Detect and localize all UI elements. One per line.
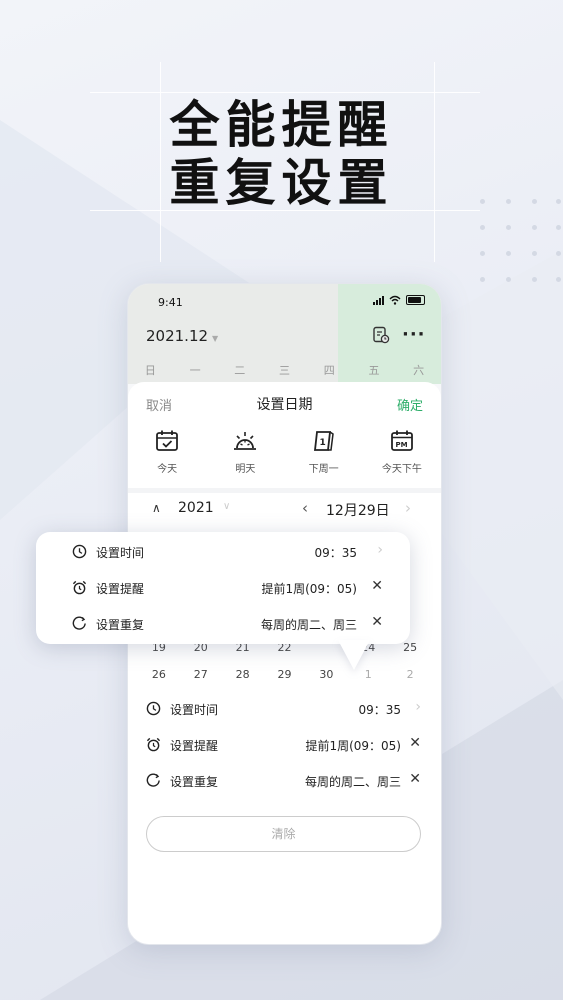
divider — [128, 488, 441, 493]
alarm-icon — [72, 580, 87, 595]
status-time: 9:41 — [158, 296, 183, 309]
option-label: 设置时间 — [96, 546, 145, 560]
chevron-down-icon[interactable]: ∨ — [223, 501, 230, 512]
popup-set-time-row[interactable]: 设置时间 09：35 › — [72, 541, 387, 563]
calendar-day[interactable]: 28 — [222, 668, 264, 681]
calendar-day[interactable]: 26 — [138, 668, 180, 681]
option-label: 设置时间 — [170, 703, 219, 717]
quick-option-label: 明天 — [235, 464, 256, 475]
date-picker-sheet: 取消 设置日期 确定 今天 明天 1 下周一 PM 今天下午 ∧ 2021 ∨ … — [128, 382, 441, 944]
time-value: 09：35 — [314, 546, 357, 560]
caret-down-icon: ▼ — [212, 334, 219, 343]
sunrise-icon — [234, 432, 257, 450]
status-icons — [373, 295, 425, 305]
time-value: 09：35 — [358, 703, 401, 717]
option-label: 设置重复 — [96, 618, 145, 632]
weekday-label: 二 — [234, 364, 246, 377]
sheet-title: 设置日期 — [256, 397, 313, 413]
calendar-check-icon — [156, 430, 179, 451]
option-label: 设置提醒 — [170, 739, 219, 753]
more-icon[interactable]: ··· — [402, 324, 426, 345]
repeat-value: 每周的周二、周三 — [260, 618, 357, 632]
option-label: 设置重复 — [170, 775, 219, 789]
calendar-week-row: 26 27 28 29 30 1 2 — [138, 668, 431, 681]
clear-button[interactable]: 清除 — [146, 816, 421, 852]
year-date-bar: ∧ 2021 ∨ ‹ 12月29日 › — [128, 494, 441, 526]
svg-text:PM: PM — [395, 441, 407, 449]
clock-icon — [146, 701, 161, 716]
alarm-icon — [146, 737, 161, 752]
chevron-up-icon[interactable]: ∧ — [152, 501, 161, 515]
close-icon[interactable]: ✕ — [371, 614, 383, 630]
battery-icon — [406, 295, 425, 305]
confirm-button[interactable]: 确定 — [397, 395, 423, 414]
calendar-page-icon: 1 — [313, 431, 334, 451]
callout-tail — [338, 640, 370, 670]
quick-option-tomorrow[interactable]: 明天 — [206, 428, 284, 475]
note-clock-icon[interactable] — [372, 326, 390, 344]
reminder-value: 提前1周(09：05) — [305, 739, 401, 753]
reminder-value: 提前1周(09：05) — [261, 582, 357, 596]
weekday-label: 日 — [144, 364, 156, 377]
chevron-right-icon[interactable]: › — [377, 542, 383, 558]
month-selector[interactable]: 2021.12 ▼ — [146, 327, 218, 345]
repeat-value: 每周的周二、周三 — [304, 775, 401, 789]
weekday-label: 三 — [279, 364, 291, 377]
headline-line-2: 重复设置 — [169, 154, 394, 212]
popup-set-repeat-row[interactable]: 设置重复 每周的周二、周三 ✕ — [72, 613, 387, 635]
close-icon[interactable]: ✕ — [371, 578, 383, 594]
weekday-label: 六 — [413, 364, 425, 377]
option-label: 设置提醒 — [96, 582, 145, 596]
weekday-label: 一 — [189, 364, 201, 377]
quick-option-label: 今天下午 — [381, 464, 422, 475]
quick-option-next-monday[interactable]: 1 下周一 — [285, 428, 363, 475]
month-label: 2021.12 — [146, 327, 209, 345]
selected-date: 12月29日 — [326, 503, 390, 519]
svg-text:1: 1 — [319, 438, 325, 448]
wifi-icon — [389, 295, 401, 305]
calendar-day[interactable]: 29 — [264, 668, 306, 681]
set-time-row[interactable]: 设置时间 09：35 › — [146, 698, 423, 720]
close-icon[interactable]: ✕ — [409, 735, 421, 751]
chevron-right-icon[interactable]: › — [415, 699, 421, 715]
quick-option-this-afternoon[interactable]: PM 今天下午 — [363, 428, 441, 475]
weekday-label: 五 — [368, 364, 380, 377]
popup-set-reminder-row[interactable]: 设置提醒 提前1周(09：05) ✕ — [72, 577, 387, 599]
calendar-day[interactable]: 27 — [180, 668, 222, 681]
close-icon[interactable]: ✕ — [409, 771, 421, 787]
next-day-button[interactable]: › — [405, 499, 411, 517]
repeat-icon — [146, 773, 160, 787]
set-repeat-row[interactable]: 设置重复 每周的周二、周三 ✕ — [146, 770, 423, 792]
weekday-label: 四 — [323, 364, 335, 377]
headline-line-1: 全能提醒 — [169, 96, 394, 154]
quick-option-label: 下周一 — [308, 464, 339, 475]
quick-option-label: 今天 — [157, 464, 178, 475]
year-selector[interactable]: 2021 — [178, 500, 214, 516]
set-reminder-row[interactable]: 设置提醒 提前1周(09：05) ✕ — [146, 734, 423, 756]
previous-day-button[interactable]: ‹ — [302, 499, 308, 517]
repeat-icon — [72, 616, 86, 630]
calendar-day-next-month[interactable]: 2 — [389, 668, 431, 681]
floating-settings-callout: 设置时间 09：35 › 设置提醒 提前1周(09：05) ✕ 设置重复 每周的… — [36, 532, 410, 670]
calendar-pm-icon: PM — [390, 430, 413, 451]
clock-icon — [72, 544, 87, 559]
quick-date-options: 今天 明天 1 下周一 PM 今天下午 — [128, 428, 441, 475]
quick-option-today[interactable]: 今天 — [128, 428, 206, 475]
signal-icon — [373, 295, 384, 305]
decorative-line — [90, 92, 480, 93]
weekday-header: 日 一 二 三 四 五 六 — [128, 362, 441, 378]
